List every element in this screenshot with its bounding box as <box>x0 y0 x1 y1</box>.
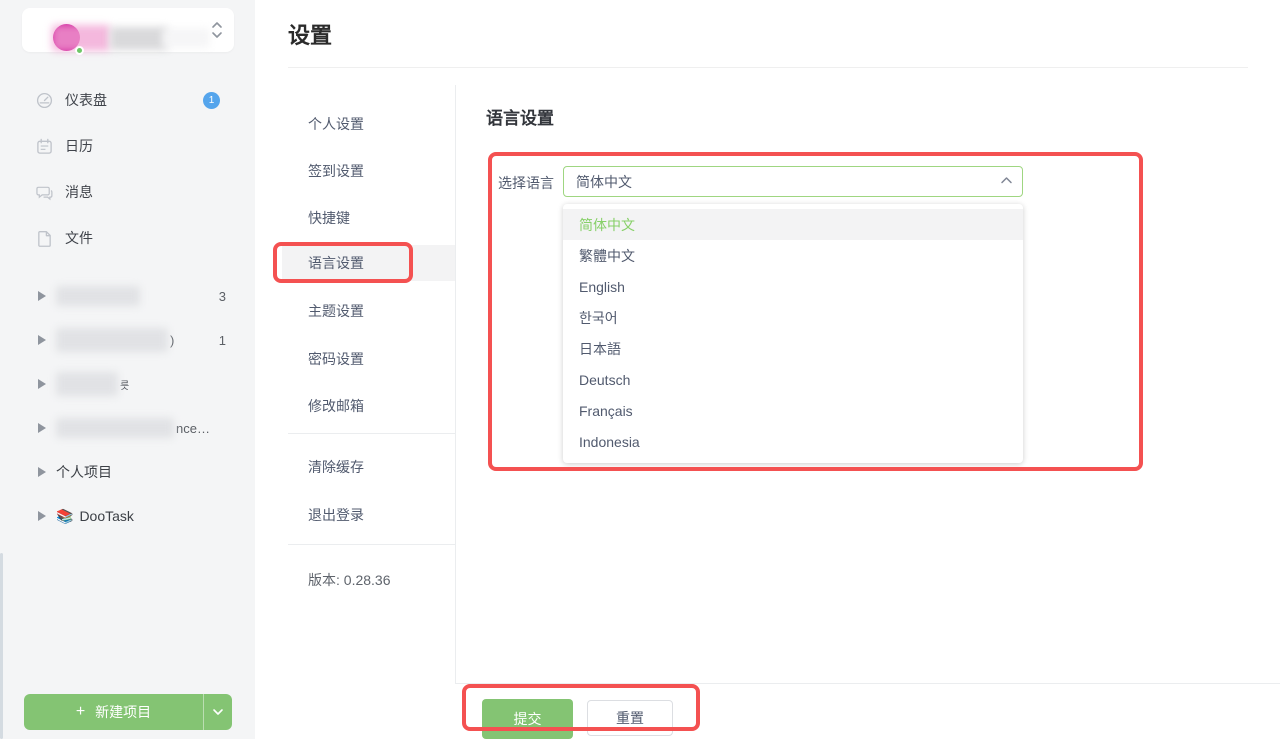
menu-item-language-settings[interactable]: 语言设置 <box>308 253 364 273</box>
project-name-blur <box>56 372 118 396</box>
menu-item-checkin-settings[interactable]: 签到设置 <box>308 161 364 181</box>
project-name-blur <box>56 328 168 352</box>
dropdown-option-english[interactable]: English <box>563 271 1023 302</box>
project-name: DooTask <box>79 508 133 524</box>
menu-item-theme-settings[interactable]: 主题设置 <box>308 301 364 321</box>
menu-item-password-settings[interactable]: 密码设置 <box>308 349 364 369</box>
dropdown-option-indonesian[interactable]: Indonesia <box>563 426 1023 457</box>
menu-item-shortcuts[interactable]: 快捷键 <box>308 208 350 228</box>
online-status-dot <box>75 46 84 55</box>
project-item-personal[interactable]: 个人项目 <box>24 459 238 485</box>
message-icon <box>36 184 53 201</box>
user-name-blur <box>110 27 168 50</box>
user-name-blur <box>162 28 210 48</box>
page-title: 设置 <box>288 18 332 50</box>
plus-icon: + <box>76 703 85 721</box>
collapse-arrow-icon[interactable] <box>38 423 46 433</box>
dropdown-option-french[interactable]: Français <box>563 395 1023 426</box>
project-name: 个人项目 <box>56 462 112 482</box>
collapse-arrow-icon[interactable] <box>38 379 46 389</box>
file-icon <box>36 230 53 247</box>
dropdown-option-traditional-chinese[interactable]: 繁體中文 <box>563 240 1023 271</box>
main-panel: 设置 个人设置 签到设置 快捷键 语言设置 主题设置 密码设置 修改邮箱 清除缓… <box>255 0 1280 739</box>
sidebar-item-label: 仪表盘 <box>65 90 107 110</box>
footer-divider <box>455 683 1280 684</box>
dropdown-option-simplified-chinese[interactable]: 简体中文 <box>563 209 1023 240</box>
menu-divider <box>288 433 455 434</box>
collapse-arrow-icon[interactable] <box>38 467 46 477</box>
calendar-icon <box>36 138 53 155</box>
books-emoji-icon: 📚 <box>56 508 73 525</box>
project-item-blurred-1[interactable]: 3 <box>24 283 238 309</box>
section-title: 语言设置 <box>486 104 554 129</box>
language-select-value: 简体中文 <box>576 172 632 192</box>
project-name-blur <box>56 418 174 438</box>
user-card[interactable] <box>22 8 234 52</box>
collapse-arrow-icon[interactable] <box>38 511 46 521</box>
version-label: 版本: 0.28.36 <box>308 570 391 590</box>
project-item-blurred-2[interactable]: ) 1 <box>24 327 238 353</box>
dropdown-option-german[interactable]: Deutsch <box>563 364 1023 395</box>
sidebar-item-messages[interactable]: 消息 <box>24 177 234 207</box>
new-project-button[interactable]: + 新建项目 <box>24 694 232 730</box>
title-divider <box>288 67 1248 68</box>
sidebar-item-dashboard[interactable]: 仪表盘 1 <box>24 85 234 115</box>
project-name-remnant: 릇 <box>120 377 129 392</box>
collapse-arrow-icon[interactable] <box>38 335 46 345</box>
menu-divider <box>288 544 455 545</box>
language-select[interactable]: 简体中文 <box>563 166 1023 197</box>
project-item-blurred-3[interactable]: 릇 <box>24 371 238 397</box>
project-item-blurred-4[interactable]: nce… <box>24 415 238 441</box>
sidebar-item-files[interactable]: 文件 <box>24 223 234 253</box>
project-name-remnant: nce… <box>176 421 210 436</box>
language-dropdown-menu: 简体中文 繁體中文 English 한국어 日本語 Deutsch França… <box>563 204 1023 463</box>
reset-button[interactable]: 重置 <box>587 700 673 736</box>
sidebar: 仪表盘 1 日历 消息 文件 3 ) 1 <box>0 0 255 739</box>
sidebar-scrollbar[interactable] <box>0 553 3 739</box>
sidebar-item-calendar[interactable]: 日历 <box>24 131 234 161</box>
sidebar-item-label: 消息 <box>65 182 93 202</box>
menu-item-change-email[interactable]: 修改邮箱 <box>308 396 364 416</box>
submit-button[interactable]: 提交 <box>482 699 573 739</box>
chevron-up-icon <box>1000 176 1013 185</box>
dropdown-option-korean[interactable]: 한국어 <box>563 302 1023 333</box>
language-select-label: 选择语言 <box>498 173 554 193</box>
chevron-down-icon <box>212 708 224 716</box>
project-count: 1 <box>219 333 226 348</box>
menu-item-clear-cache[interactable]: 清除缓存 <box>308 457 364 477</box>
new-project-label: 新建项目 <box>95 702 151 722</box>
dropdown-option-japanese[interactable]: 日本語 <box>563 333 1023 364</box>
menu-vertical-divider <box>455 85 456 683</box>
project-name-blur <box>56 286 140 306</box>
dashboard-icon <box>36 92 53 109</box>
new-project-dropdown-button[interactable] <box>204 694 232 730</box>
user-expand-chevrons-icon[interactable] <box>210 20 224 40</box>
project-name-remnant: ) <box>170 333 174 348</box>
collapse-arrow-icon[interactable] <box>38 291 46 301</box>
menu-item-logout[interactable]: 退出登录 <box>308 505 364 525</box>
sidebar-item-label: 文件 <box>65 228 93 248</box>
menu-item-personal-settings[interactable]: 个人设置 <box>308 114 364 134</box>
sidebar-item-label: 日历 <box>65 136 93 156</box>
dashboard-badge: 1 <box>203 92 220 109</box>
project-item-dootask[interactable]: 📚 DooTask <box>24 503 238 529</box>
project-count: 3 <box>219 289 226 304</box>
